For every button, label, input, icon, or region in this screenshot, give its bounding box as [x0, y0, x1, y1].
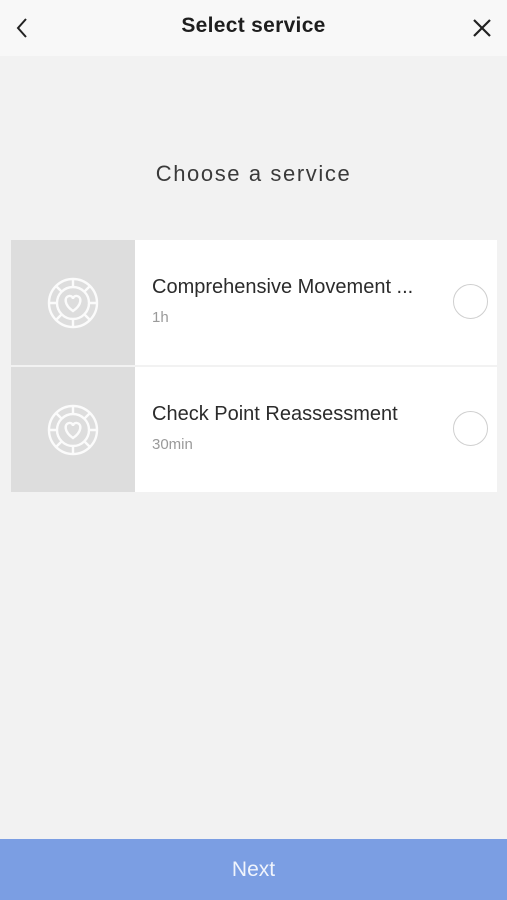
- service-list: Comprehensive Movement ... 1h Check Poin…: [11, 240, 497, 494]
- close-button[interactable]: [467, 12, 497, 44]
- service-name: Comprehensive Movement ...: [152, 276, 414, 298]
- service-thumbnail: [11, 240, 135, 365]
- service-radio[interactable]: [453, 411, 488, 446]
- service-duration: 1h: [152, 309, 169, 326]
- close-icon: [473, 19, 491, 37]
- section-title: Choose a service: [155, 161, 352, 186]
- service-radio[interactable]: [453, 284, 488, 319]
- service-name: Check Point Reassessment: [152, 403, 398, 425]
- next-button[interactable]: Next: [0, 839, 507, 900]
- heart-flower-logo-icon: [47, 404, 99, 455]
- service-item[interactable]: Comprehensive Movement ... 1h: [11, 240, 497, 365]
- page-title: Select service: [181, 14, 326, 37]
- service-thumbnail: [11, 367, 135, 492]
- service-item[interactable]: Check Point Reassessment 30min: [11, 367, 497, 492]
- header-bar: Select service: [0, 0, 507, 56]
- heart-flower-logo-icon: [47, 277, 99, 328]
- service-duration: 30min: [152, 436, 193, 453]
